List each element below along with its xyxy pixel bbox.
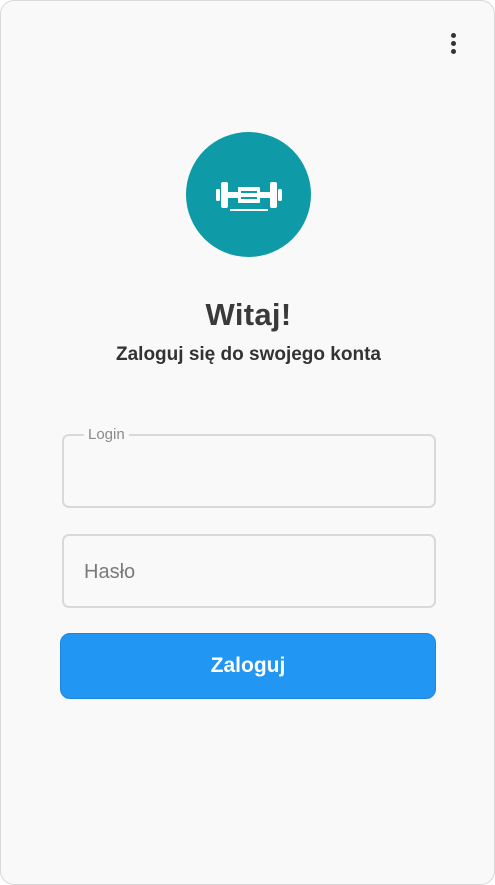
welcome-subtitle: Zaloguj się do swojego konta <box>116 344 381 365</box>
more-vertical-icon-dot <box>450 40 456 46</box>
more-vertical-icon <box>450 32 456 38</box>
dumbbell-icon <box>215 181 282 211</box>
login-input[interactable] <box>82 436 416 508</box>
welcome-title: Witaj! <box>205 297 292 332</box>
login-button[interactable]: Zaloguj <box>60 633 436 699</box>
app-logo <box>186 132 311 257</box>
password-field[interactable] <box>62 534 436 608</box>
password-input[interactable] <box>82 536 416 608</box>
more-options-button[interactable] <box>441 29 465 57</box>
more-vertical-icon-dot <box>450 48 456 54</box>
login-field[interactable]: Login <box>62 426 436 508</box>
login-screen: Witaj! Zaloguj się do swojego konta Logi… <box>0 0 495 885</box>
